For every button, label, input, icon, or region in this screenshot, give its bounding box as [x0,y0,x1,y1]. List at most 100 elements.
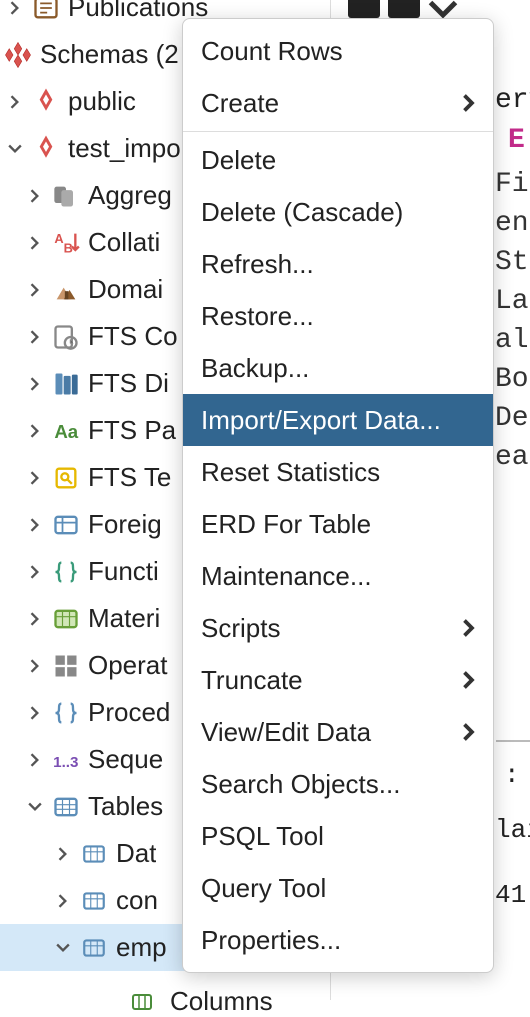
editor-fragment: ery [495,85,530,116]
chevron-right-icon [20,377,50,391]
procedures-icon [50,699,82,727]
chevron-right-icon [20,283,50,297]
menu-maintenance[interactable]: Maintenance... [183,550,493,602]
chevron-right-icon [20,330,50,344]
tree-item-label: Operat [88,650,168,681]
chevron-right-icon [463,88,475,119]
collations-icon: AB [50,229,82,257]
menu-create[interactable]: Create [183,77,493,129]
fts-parser-icon: Aa [50,417,82,445]
tree-item-label: Collati [88,227,160,258]
chevron-right-icon [20,706,50,720]
toolbar-button-2[interactable] [388,0,420,18]
menu-delete-cascade[interactable]: Delete (Cascade) [183,186,493,238]
tree-item-label: Materi [88,603,160,634]
chevron-down-icon [48,941,78,955]
fts-template-icon [50,464,82,492]
menu-truncate[interactable]: Truncate [183,654,493,706]
chevron-right-icon [20,189,50,203]
tree-item-label: FTS Pa [88,415,176,446]
chevron-right-icon [48,847,78,861]
domains-icon [50,276,82,304]
tables-icon [50,793,82,821]
toolbar-button-1[interactable] [348,0,380,18]
foreign-tables-icon [50,511,82,539]
separator [496,740,530,742]
svg-text:Aa: Aa [54,421,78,442]
menu-scripts[interactable]: Scripts [183,602,493,654]
tree-item-label: FTS Di [88,368,169,399]
tree-item-label: FTS Te [88,462,171,493]
tree-item-label: Columns [170,986,273,1017]
menu-separator [183,131,493,132]
menu-reset-stats[interactable]: Reset Statistics [183,446,493,498]
fts-config-icon [50,323,82,351]
editor-fragment-lai: lai [495,815,530,845]
menu-import-export[interactable]: Import/Export Data... [183,394,493,446]
chevron-right-icon [20,424,50,438]
tree-item-label: public [68,86,136,117]
chevron-right-icon [463,613,475,644]
menu-view-edit-data[interactable]: View/Edit Data [183,706,493,758]
menu-delete[interactable]: Delete [183,134,493,186]
menu-properties[interactable]: Properties... [183,914,493,966]
chevron-right-icon [20,236,50,250]
chevron-right-icon [463,717,475,748]
publications-icon [30,0,62,22]
schemas-icon [2,40,34,70]
table-icon [78,888,110,914]
tree-item-columns[interactable]: Columns [126,986,273,1017]
editor-colon: : [504,760,520,790]
chevron-right-icon [20,612,50,626]
menu-erd[interactable]: ERD For Table [183,498,493,550]
sequences-icon: 1..3 [50,746,82,774]
chevron-right-icon [20,659,50,673]
chevron-right-icon [0,1,30,15]
tree-item-label: Schemas (2 [40,39,179,70]
menu-count-rows[interactable]: Count Rows [183,25,493,77]
menu-search-objects[interactable]: Search Objects... [183,758,493,810]
table-icon [78,935,110,961]
menu-restore[interactable]: Restore... [183,290,493,342]
chevron-down-icon [0,142,30,156]
chevron-right-icon [463,665,475,696]
svg-text:1..3: 1..3 [53,754,78,771]
operators-icon [50,652,82,680]
chevron-right-icon [20,565,50,579]
materialized-views-icon [50,605,82,633]
tree-item-label: test_impo [68,133,181,164]
tree-item-label: Foreig [88,509,162,540]
svg-text:A: A [54,231,63,246]
chevron-right-icon [20,518,50,532]
tree-item-label: FTS Co [88,321,178,352]
toolbar-dropdown[interactable] [428,0,458,18]
menu-backup[interactable]: Backup... [183,342,493,394]
chevron-right-icon [20,753,50,767]
editor-number: 41 [495,880,526,910]
chevron-right-icon [20,471,50,485]
tree-item-label: emp [116,932,167,963]
editor-text-fragment: Fi en St La al Bo De ea [495,165,529,477]
tree-item-label: Aggreg [88,180,172,211]
chevron-down-icon [20,800,50,814]
menu-query-tool[interactable]: Query Tool [183,862,493,914]
chevron-right-icon [48,894,78,908]
tree-item-label: Seque [88,744,163,775]
aggregates-icon [50,182,82,210]
tree-item-label: con [116,885,158,916]
chevron-right-icon [0,95,30,109]
fts-dict-icon [50,370,82,398]
table-context-menu: Count Rows Create Delete Delete (Cascade… [182,18,494,973]
tree-item-label: Tables [88,791,163,822]
tree-item-label: Domai [88,274,163,305]
menu-psql-tool[interactable]: PSQL Tool [183,810,493,862]
schema-icon [30,88,62,116]
tree-item-label: Dat [116,838,156,869]
tree-item-label: Proced [88,697,170,728]
menu-refresh[interactable]: Refresh... [183,238,493,290]
editor-keyword: E [508,125,525,156]
table-icon [78,841,110,867]
functions-icon [50,558,82,586]
columns-icon [126,990,158,1014]
schema-icon [30,135,62,163]
